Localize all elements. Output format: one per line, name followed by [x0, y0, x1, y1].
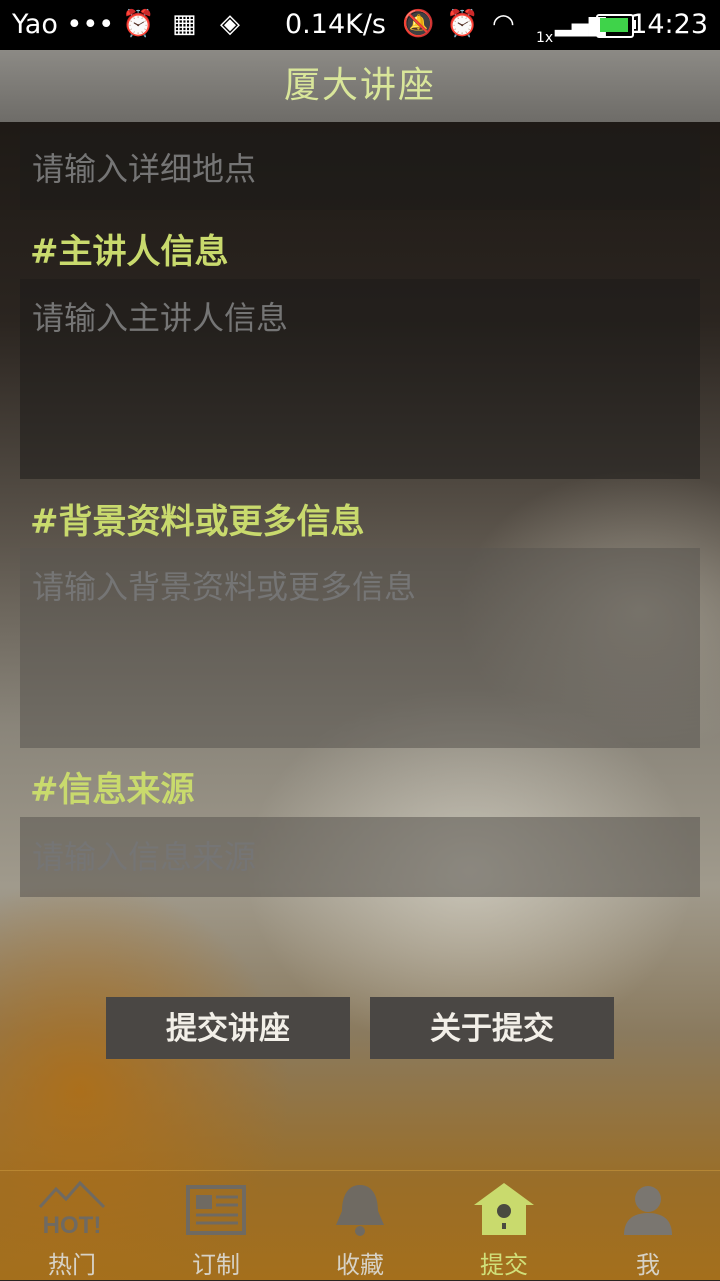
silent-icon: ◈	[220, 9, 240, 39]
submit-lecture-button[interactable]: 提交讲座	[106, 997, 350, 1059]
newspaper-icon	[186, 1185, 246, 1235]
alarm-icon: ⏰	[122, 9, 155, 39]
grid-icon: ▦	[172, 9, 197, 39]
location-input[interactable]	[20, 128, 700, 210]
about-submission-button[interactable]: 关于提交	[370, 997, 614, 1059]
notifications-off-icon: 🔕	[402, 9, 435, 39]
tab-me[interactable]: 我	[576, 1171, 720, 1281]
user-icon	[624, 1186, 672, 1235]
bottom-tab-bar: HOT! 热门 订制 收藏 提交 我	[0, 1170, 720, 1281]
tab-favorites[interactable]: 收藏	[288, 1171, 432, 1281]
network-speed: 0.14K/s	[285, 9, 386, 40]
tab-label: 收藏	[336, 1251, 384, 1279]
bell-icon	[336, 1185, 384, 1236]
battery-icon	[596, 14, 634, 38]
background-section-label: #背景资料或更多信息	[30, 502, 365, 542]
status-bar: Yao ••• ⏰ ▦ ◈ 0.14K/s 🔕 ⏰ ◠ 1x ▂▄▆ 14:23	[0, 0, 720, 50]
source-input[interactable]	[20, 817, 700, 897]
tab-submit[interactable]: 提交	[432, 1171, 576, 1281]
tab-subscribe[interactable]: 订制	[144, 1171, 288, 1281]
carrier-label: Yao •••	[12, 9, 115, 40]
wifi-icon: ◠	[492, 9, 515, 39]
app-header: 厦大讲座	[0, 50, 720, 122]
page-title: 厦大讲座	[283, 65, 436, 106]
alarm-clock-icon: ⏰	[446, 9, 479, 39]
source-section-label: #信息来源	[30, 770, 195, 810]
hot-icon: HOT!	[38, 1180, 106, 1239]
tab-label: 订制	[192, 1251, 240, 1279]
speaker-section-label: #主讲人信息	[30, 232, 229, 272]
tab-label: 提交	[480, 1251, 528, 1279]
tab-label: 我	[636, 1251, 660, 1279]
signal-type-label: 1x	[536, 30, 554, 46]
clock: 14:23	[630, 9, 708, 40]
speaker-input[interactable]	[20, 279, 700, 479]
tab-label: 热门	[48, 1251, 96, 1279]
birdhouse-icon	[474, 1183, 534, 1235]
tab-hot[interactable]: HOT! 热门	[0, 1171, 144, 1281]
svg-text:HOT!: HOT!	[43, 1212, 102, 1239]
background-input[interactable]	[20, 548, 700, 748]
